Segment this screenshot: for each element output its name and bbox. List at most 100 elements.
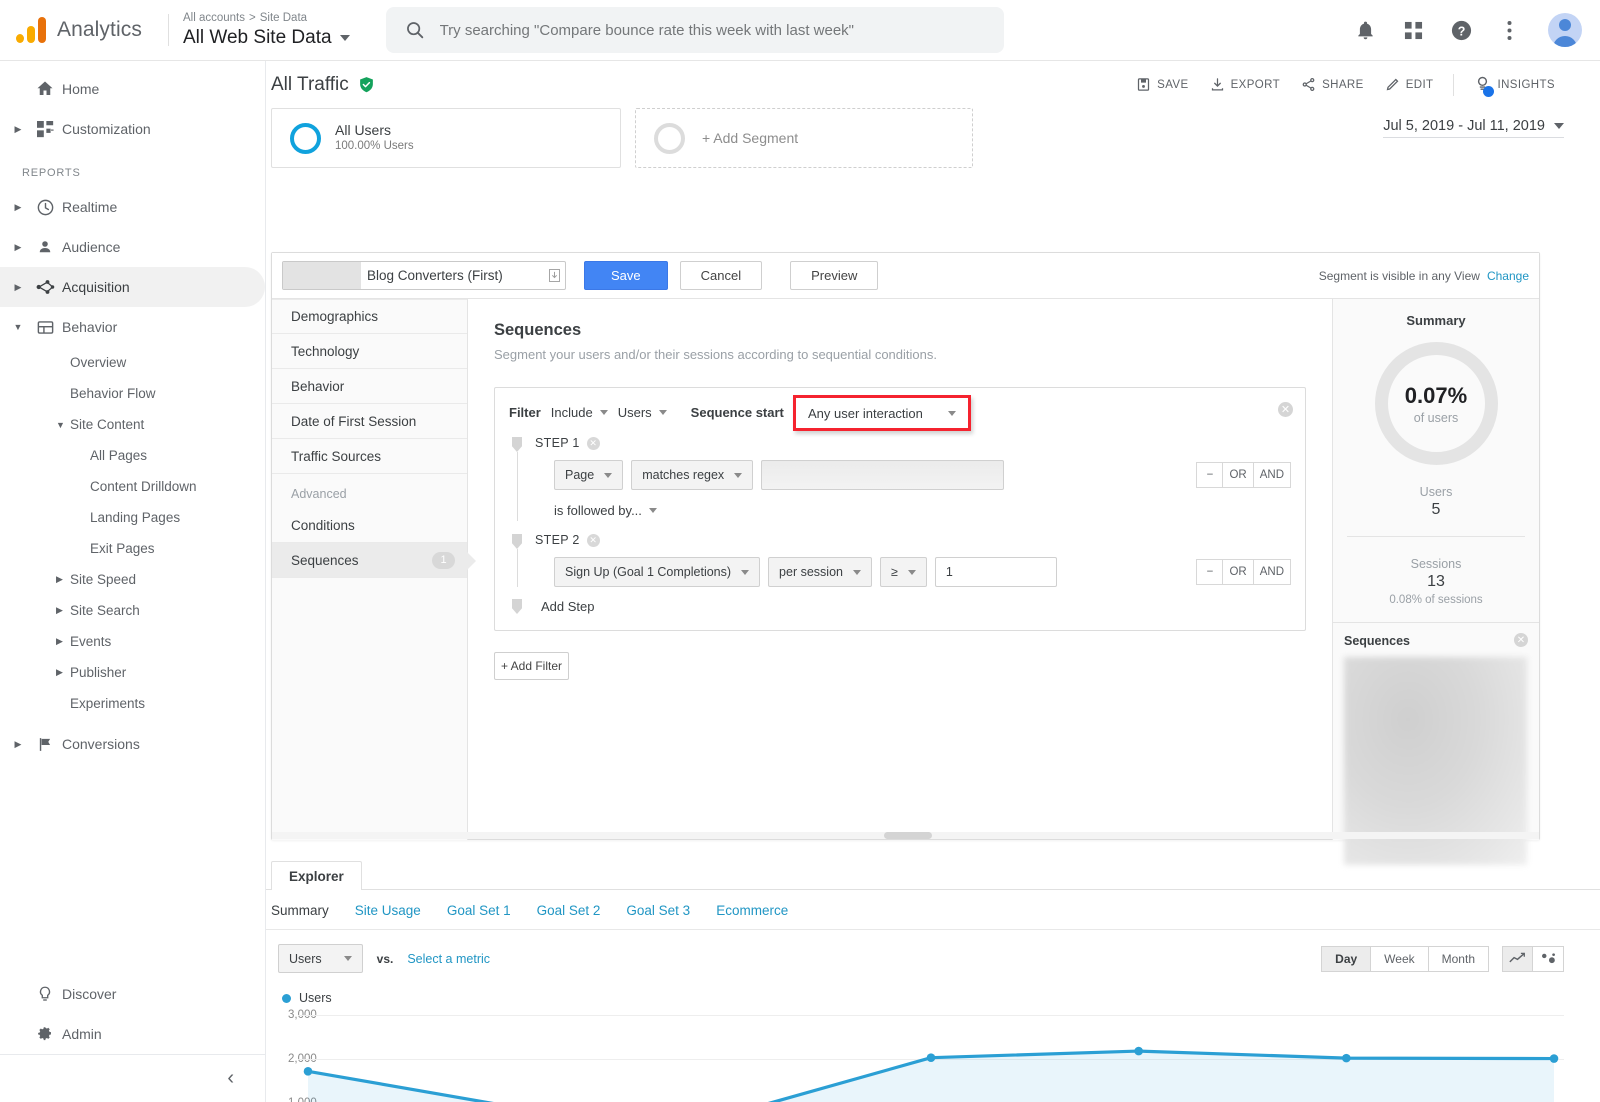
segment-all-users[interactable]: All Users 100.00% Users — [271, 108, 621, 168]
main-content: All Traffic SAVE EXPORT SHARE — [266, 61, 1600, 1102]
sidebar-item-publisher[interactable]: ▶Publisher — [0, 657, 265, 688]
add-filter-button[interactable]: + Add Filter — [494, 652, 569, 680]
line-chart-icon[interactable] — [1502, 946, 1533, 972]
category-behavior[interactable]: Behavior — [272, 369, 467, 404]
sidebar-item-realtime[interactable]: ▶ Realtime — [0, 187, 265, 227]
motion-chart-icon[interactable] — [1533, 946, 1564, 972]
sidebar-item-home[interactable]: Home — [0, 69, 265, 109]
subtab-site-usage[interactable]: Site Usage — [355, 903, 421, 918]
sidebar-item-experiments[interactable]: Experiments — [0, 688, 265, 719]
insights-button[interactable]: INSIGHTS — [1465, 69, 1564, 101]
step1-value-input[interactable] — [761, 460, 1004, 490]
sidebar-item-overview[interactable]: Overview — [0, 347, 265, 378]
sidebar-item-site-search[interactable]: ▶Site Search — [0, 595, 265, 626]
primary-metric-select[interactable]: Users — [278, 944, 363, 973]
close-circle-icon[interactable]: ✕ — [1514, 633, 1528, 647]
step1-or-button[interactable]: OR — [1223, 462, 1253, 488]
header-divider — [168, 14, 169, 46]
save-template-icon[interactable] — [543, 269, 565, 282]
visibility-change-link[interactable]: Change — [1487, 269, 1529, 283]
select-metric-link[interactable]: Select a metric — [407, 952, 490, 966]
step2-remove-button[interactable]: − — [1196, 559, 1223, 585]
save-button[interactable]: SAVE — [1127, 71, 1197, 98]
category-date-of-first-session[interactable]: Date of First Session — [272, 404, 467, 439]
remove-step-icon[interactable]: ✕ — [587, 437, 600, 450]
sidebar-item-acquisition[interactable]: ▶ Acquisition — [0, 267, 265, 307]
subtab-summary[interactable]: Summary — [271, 903, 329, 918]
sidebar-item-landing-pages[interactable]: Landing Pages — [0, 502, 265, 533]
view-name[interactable]: All Web Site Data — [183, 26, 350, 50]
account-selector[interactable]: All accounts>Site Data All Web Site Data — [183, 11, 350, 50]
sidebar-item-customization[interactable]: ▶ Customization — [0, 109, 265, 149]
step1-remove-button[interactable]: − — [1196, 462, 1223, 488]
sidebar-item-behavior[interactable]: ▼ Behavior — [0, 307, 265, 347]
sidebar-item-audience[interactable]: ▶ Audience — [0, 227, 265, 267]
subtab-ecommerce[interactable]: Ecommerce — [716, 903, 788, 918]
step2-and-button[interactable]: AND — [1254, 559, 1291, 585]
search-input[interactable] — [440, 22, 986, 39]
step2-scope-select[interactable]: per session — [768, 557, 872, 587]
save-segment-button[interactable]: Save — [584, 261, 668, 290]
builder-buttons: Save Cancel Preview — [584, 261, 878, 290]
step2-value-input[interactable] — [935, 557, 1057, 587]
sidebar-item-admin[interactable]: Admin — [0, 1014, 266, 1054]
help-icon[interactable]: ? — [1448, 17, 1474, 43]
step1-and-button[interactable]: AND — [1254, 462, 1291, 488]
bell-icon[interactable] — [1352, 17, 1378, 43]
category-technology[interactable]: Technology — [272, 334, 467, 369]
sidebar-item-content-drilldown[interactable]: Content Drilldown — [0, 471, 265, 502]
add-segment-button[interactable]: + Add Segment — [635, 108, 973, 168]
step1-connector-select[interactable]: is followed by... — [554, 503, 1291, 518]
search-bar[interactable] — [386, 7, 1004, 53]
step-header: STEP 1 ✕ — [509, 436, 1291, 450]
share-button[interactable]: SHARE — [1292, 71, 1373, 98]
sidebar-item-site-content[interactable]: ▼Site Content — [0, 409, 265, 440]
export-button-label: EXPORT — [1231, 79, 1280, 91]
export-icon — [1210, 77, 1225, 92]
sidebar-item-events[interactable]: ▶Events — [0, 626, 265, 657]
chevron-left-icon[interactable]: ‹ — [227, 1067, 234, 1090]
remove-step-icon[interactable]: ✕ — [587, 534, 600, 547]
category-sequences[interactable]: Sequences 1 — [272, 543, 467, 578]
granularity-day[interactable]: Day — [1321, 946, 1371, 972]
subtab-goal-set-2[interactable]: Goal Set 2 — [537, 903, 601, 918]
apps-grid-icon[interactable] — [1400, 17, 1426, 43]
sidebar-item-discover[interactable]: Discover — [0, 974, 266, 1014]
category-demographics[interactable]: Demographics — [272, 299, 467, 334]
subtab-goal-set-1[interactable]: Goal Set 1 — [447, 903, 511, 918]
add-step-row[interactable]: Add Step — [495, 587, 1305, 616]
sidebar-item-site-speed[interactable]: ▶Site Speed — [0, 564, 265, 595]
granularity-week[interactable]: Week — [1371, 946, 1428, 972]
scrollbar-thumb[interactable] — [884, 832, 932, 839]
tab-explorer[interactable]: Explorer — [271, 861, 362, 890]
sidebar-item-exit-pages[interactable]: Exit Pages — [0, 533, 265, 564]
sidebar-item-behavior-flow[interactable]: Behavior Flow — [0, 378, 265, 409]
builder-category-list: Demographics Technology Behavior Date of… — [272, 299, 468, 840]
category-traffic-sources[interactable]: Traffic Sources — [272, 439, 467, 474]
builder-horizontal-scrollbar[interactable] — [272, 832, 1539, 839]
sidebar-item-conversions[interactable]: ▶ Conversions — [0, 724, 265, 764]
sequence-start-select[interactable]: Any user interaction — [793, 395, 971, 431]
preview-segment-button[interactable]: Preview — [790, 261, 878, 290]
step2-dimension-select[interactable]: Sign Up (Goal 1 Completions) — [554, 557, 760, 587]
subtab-goal-set-3[interactable]: Goal Set 3 — [626, 903, 690, 918]
more-vert-icon[interactable] — [1496, 17, 1522, 43]
breadcrumb-property[interactable]: Site Data — [260, 12, 307, 24]
sidebar-item-all-pages[interactable]: All Pages — [0, 440, 265, 471]
step2-or-button[interactable]: OR — [1223, 559, 1253, 585]
cancel-segment-button[interactable]: Cancel — [680, 261, 762, 290]
step2-operator-select[interactable]: ≥ — [880, 557, 927, 587]
step1-operator-select[interactable]: matches regex — [631, 460, 753, 490]
filter-include-select[interactable]: Include — [551, 405, 608, 420]
edit-button[interactable]: EDIT — [1376, 71, 1443, 98]
avatar[interactable] — [1548, 13, 1582, 47]
breadcrumb-account[interactable]: All accounts — [183, 12, 245, 24]
category-conditions[interactable]: Conditions — [272, 508, 467, 543]
date-range-picker[interactable]: Jul 5, 2019 - Jul 11, 2019 — [1383, 118, 1564, 138]
step1-dimension-select[interactable]: Page — [554, 460, 623, 490]
export-button[interactable]: EXPORT — [1201, 71, 1289, 98]
filter-scope-select[interactable]: Users — [618, 405, 667, 420]
granularity-month[interactable]: Month — [1429, 946, 1489, 972]
segment-name-field[interactable]: Blog Converters (First) — [282, 261, 566, 290]
logo-area[interactable]: Analytics — [0, 17, 166, 43]
